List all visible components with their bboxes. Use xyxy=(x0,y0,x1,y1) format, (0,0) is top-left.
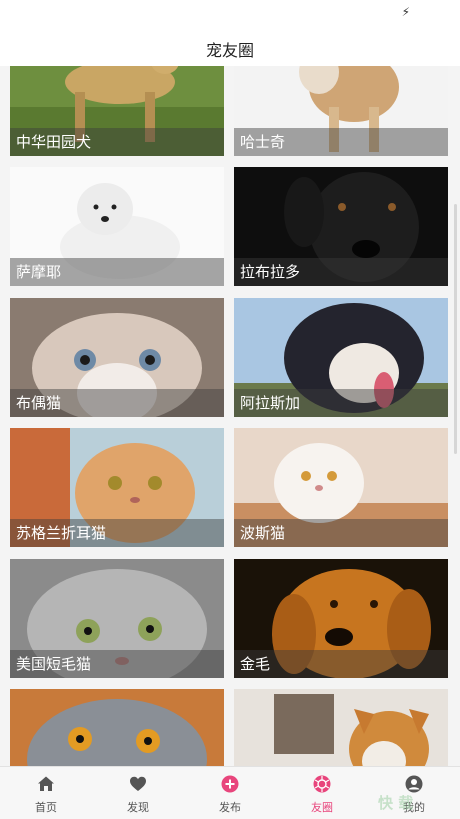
charging-bolt-icon: ⚡ xyxy=(401,5,410,19)
pet-card[interactable]: 波斯猫 xyxy=(234,428,448,547)
heart-icon xyxy=(130,776,146,791)
tab-label: 首页 xyxy=(35,801,57,814)
tab-home[interactable]: 首页 xyxy=(0,767,92,819)
camera-aperture-icon xyxy=(313,775,331,793)
tab-label: 发布 xyxy=(219,801,241,814)
pet-name: 美国短毛猫 xyxy=(10,650,224,678)
pet-card[interactable]: 萨摩耶 xyxy=(10,167,224,286)
tab-publish[interactable]: 发布 xyxy=(184,767,276,819)
pet-card[interactable]: 阿拉斯加 xyxy=(234,298,448,417)
pet-card[interactable]: 中华田园犬 xyxy=(10,66,224,156)
page-title: 宠友圈 xyxy=(205,41,254,60)
pet-name: 中华田园犬 xyxy=(10,128,224,156)
scrollbar[interactable] xyxy=(454,204,457,454)
pet-photo xyxy=(234,689,448,766)
pet-name: 苏格兰折耳猫 xyxy=(10,519,224,547)
pet-card[interactable]: 布偶猫 xyxy=(10,298,224,417)
pet-card[interactable]: 哈士奇 xyxy=(234,66,448,156)
tab-label: 发现 xyxy=(127,801,149,814)
pet-name: 萨摩耶 xyxy=(10,258,224,286)
pet-name: 金毛 xyxy=(234,650,448,678)
pet-name: 阿拉斯加 xyxy=(234,389,448,417)
pet-name: 拉布拉多 xyxy=(234,258,448,286)
pet-name: 布偶猫 xyxy=(10,389,224,417)
tab-circle[interactable]: 友圈 xyxy=(276,767,368,819)
pet-card[interactable]: 苏格兰折耳猫 xyxy=(10,428,224,547)
pet-feed[interactable]: 中华田园犬 哈士奇 萨摩耶 拉布拉多 布偶猫 阿拉斯加 苏格兰折耳猫 波斯猫 美… xyxy=(0,66,460,766)
watermark-text: 快 载 xyxy=(378,794,414,812)
pet-card[interactable]: 金毛 xyxy=(234,559,448,678)
pet-card[interactable] xyxy=(234,689,448,766)
pet-card[interactable]: 美国短毛猫 xyxy=(10,559,224,678)
pet-card[interactable] xyxy=(10,689,224,766)
tab-discover[interactable]: 发现 xyxy=(92,767,184,819)
pet-name: 哈士奇 xyxy=(234,128,448,156)
pet-name: 波斯猫 xyxy=(234,519,448,547)
home-icon xyxy=(38,776,54,791)
watermark-logo: 快 载 xyxy=(360,790,450,814)
status-bar: ⚡ xyxy=(0,0,460,26)
tab-label: 友圈 xyxy=(311,801,333,814)
plus-circle-icon xyxy=(221,775,239,793)
pet-card[interactable]: 拉布拉多 xyxy=(234,167,448,286)
pet-photo xyxy=(10,689,224,766)
title-bar: 宠友圈 xyxy=(0,26,460,66)
